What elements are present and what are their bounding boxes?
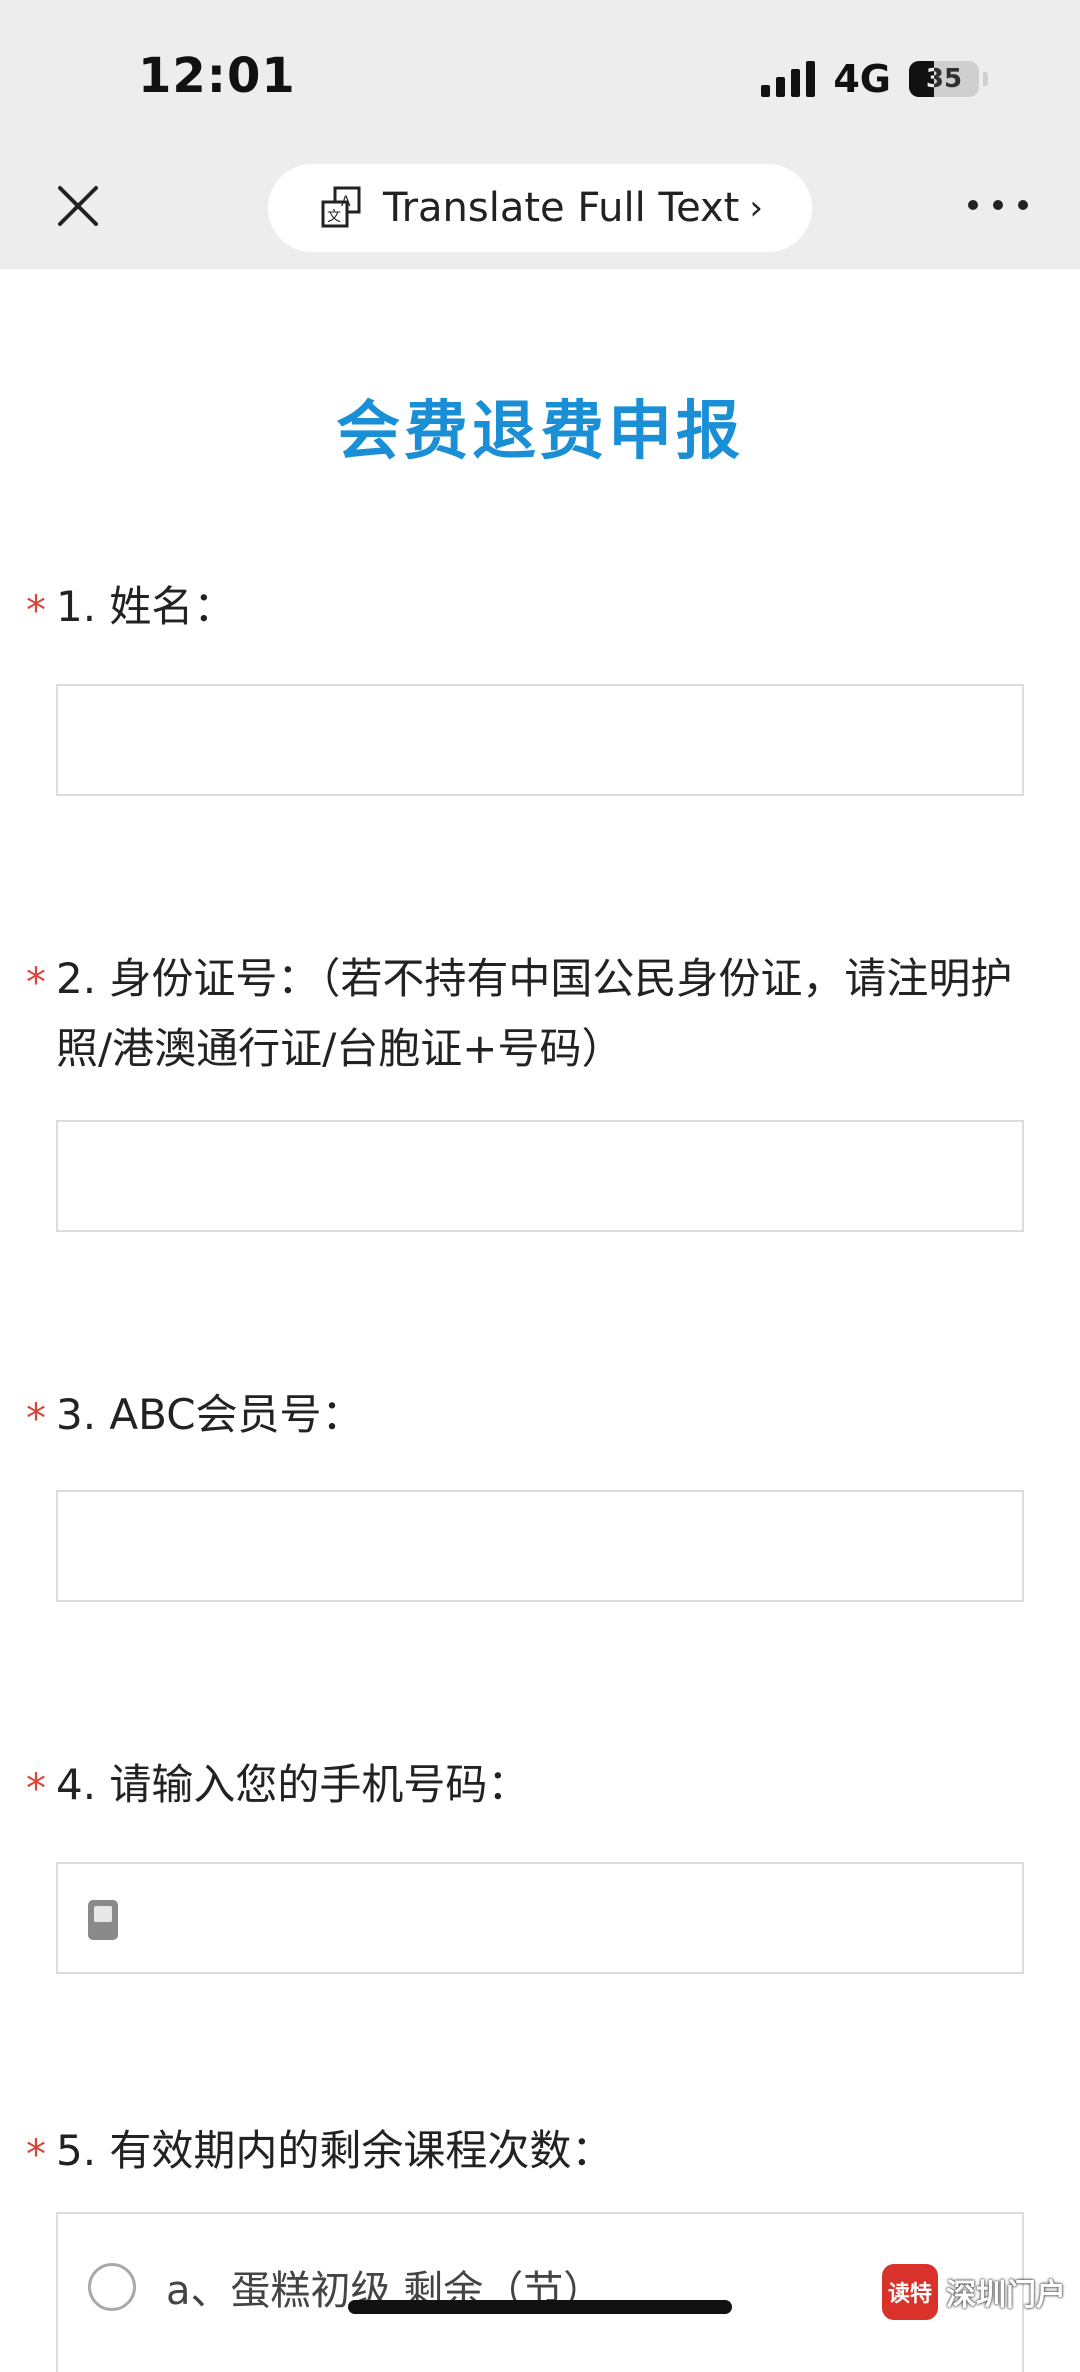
name-input[interactable] bbox=[56, 684, 1024, 796]
required-mark: * bbox=[26, 1396, 46, 1442]
form-title: 会费退费申报 bbox=[336, 395, 744, 469]
translate-full-text-button[interactable]: A 文 Translate Full Text › bbox=[268, 164, 812, 252]
required-mark: * bbox=[26, 960, 46, 1006]
top-bar: 12:01 4G 35 A 文 Translate Full Text › bbox=[0, 0, 1080, 269]
close-icon bbox=[58, 186, 98, 226]
question-4-label: * 4. 请输入您的手机号码： bbox=[26, 1750, 1016, 1820]
phone-icon bbox=[88, 1900, 118, 1940]
more-button[interactable] bbox=[968, 190, 1028, 220]
network-type: 4G bbox=[833, 57, 891, 101]
question-2-label: * 2. 身份证号：（若不持有中国公民身份证，请注明护照/港澳通行证/台胞证+号… bbox=[26, 944, 1016, 1084]
phone-field[interactable] bbox=[56, 1862, 1024, 1974]
question-text: 1. 姓名： bbox=[56, 582, 236, 631]
options-box: a、蛋糕初级 剩余（节） bbox=[56, 2212, 1024, 2372]
home-indicator[interactable] bbox=[348, 2300, 732, 2314]
question-1-label: * 1. 姓名： bbox=[26, 572, 1016, 642]
question-5-label: * 5. 有效期内的剩余课程次数： bbox=[26, 2116, 1016, 2186]
member-number-input[interactable] bbox=[56, 1490, 1024, 1602]
close-button[interactable] bbox=[50, 178, 106, 234]
question-3-label: * 3. ABC会员号： bbox=[26, 1380, 1016, 1450]
radio-button[interactable] bbox=[88, 2263, 136, 2311]
battery-level: 35 bbox=[925, 64, 963, 94]
phone-input[interactable] bbox=[148, 1864, 1012, 1974]
status-indicators: 4G 35 bbox=[761, 56, 988, 102]
signal-icon bbox=[761, 61, 816, 97]
battery-tip bbox=[983, 72, 988, 86]
more-dot bbox=[1018, 200, 1028, 210]
watermark: 读特 深圳门户 bbox=[882, 2264, 1066, 2320]
question-text: 4. 请输入您的手机号码： bbox=[56, 1760, 530, 1809]
svg-text:文: 文 bbox=[327, 209, 341, 225]
required-mark: * bbox=[26, 1766, 46, 1812]
svg-text:A: A bbox=[341, 194, 351, 210]
question-text: 2. 身份证号：（若不持有中国公民身份证，请注明护照/港澳通行证/台胞证+号码） bbox=[56, 954, 1013, 1073]
question-text: 5. 有效期内的剩余课程次数： bbox=[56, 2126, 614, 2175]
chevron-right-icon: › bbox=[749, 188, 763, 228]
status-time: 12:01 bbox=[138, 48, 296, 104]
question-text: 3. ABC会员号： bbox=[56, 1390, 364, 1439]
required-mark: * bbox=[26, 2132, 46, 2178]
watermark-text: 深圳门户 bbox=[946, 2278, 1066, 2313]
more-dot bbox=[993, 200, 1003, 210]
id-number-input[interactable] bbox=[56, 1120, 1024, 1232]
battery-icon: 35 bbox=[909, 61, 979, 97]
translate-label: Translate Full Text bbox=[383, 185, 740, 231]
translate-icon: A 文 bbox=[321, 186, 361, 228]
watermark-logo: 读特 bbox=[882, 2264, 938, 2320]
required-mark: * bbox=[26, 588, 46, 634]
more-dot bbox=[968, 200, 978, 210]
